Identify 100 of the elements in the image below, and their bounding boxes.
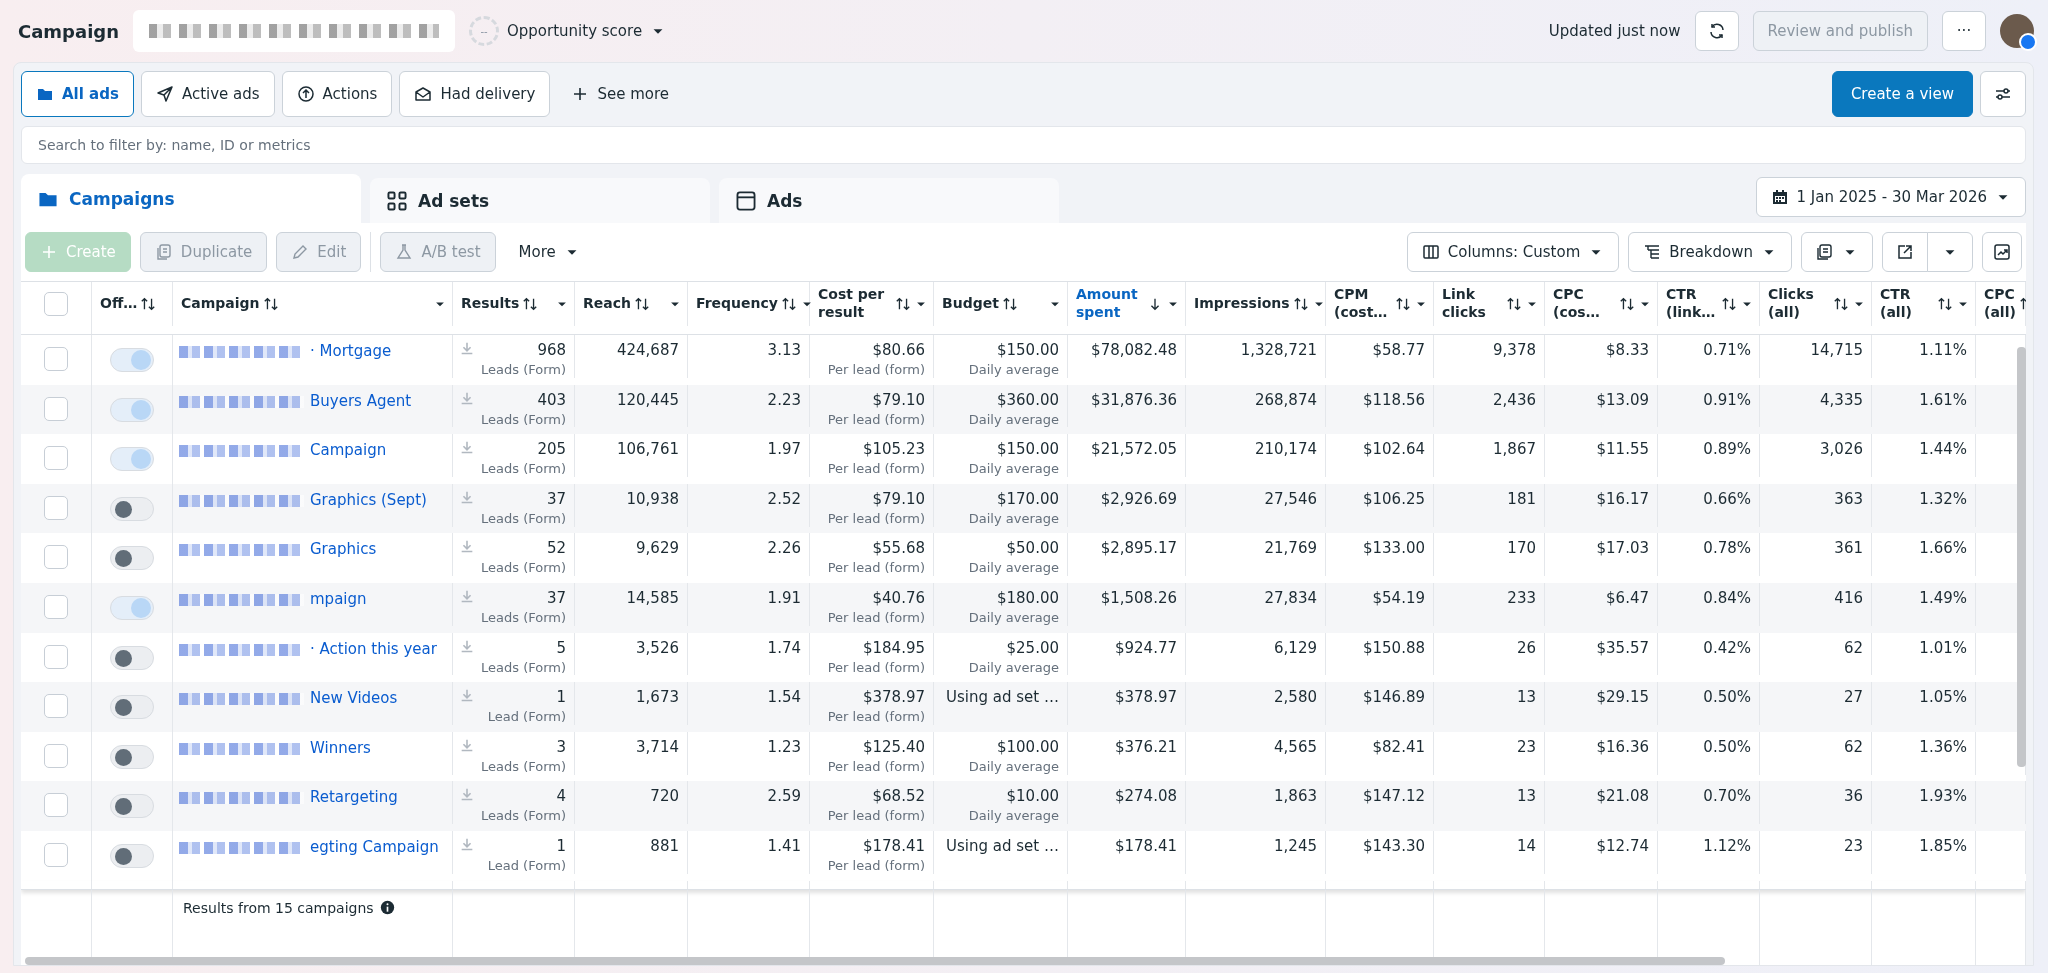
table-cell-text: 170 xyxy=(1506,539,1536,558)
toggle-switch[interactable] xyxy=(110,794,154,819)
cell-caption: Per lead (form) xyxy=(826,560,925,576)
table-cell-text: 0.50% xyxy=(1702,737,1751,756)
toolbar-dropdown[interactable]: Breakdown xyxy=(1628,232,1792,272)
filter-chip[interactable]: Active ads xyxy=(140,71,275,117)
level-tab[interactable]: Ad sets xyxy=(370,178,710,223)
campaign-link[interactable]: New Videos xyxy=(310,689,398,708)
toggle-switch[interactable] xyxy=(110,645,154,670)
toggle-switch[interactable] xyxy=(110,546,154,571)
toggle-switch[interactable] xyxy=(110,744,154,769)
cell-caption: Leads (Form) xyxy=(481,510,567,526)
table-cell-text: 1.11% xyxy=(1918,341,1967,359)
row-checkbox[interactable] xyxy=(44,694,68,719)
column-header[interactable]: Reach xyxy=(583,295,631,313)
table-cell-text: 6,129 xyxy=(1273,638,1317,657)
column-header[interactable]: Link clicks xyxy=(1442,286,1503,322)
table-cell-text: 1.93% xyxy=(1918,787,1967,806)
avatar[interactable] xyxy=(2000,14,2034,48)
toggle-switch[interactable] xyxy=(110,397,154,422)
row-checkbox[interactable] xyxy=(44,793,68,818)
export-button[interactable] xyxy=(1882,232,1928,272)
more-button[interactable]: ··· xyxy=(1942,11,1986,51)
row-checkbox[interactable] xyxy=(44,545,68,570)
campaign-link[interactable]: Retargeting xyxy=(310,788,398,807)
column-header[interactable]: Off… xyxy=(100,295,138,313)
column-header[interactable]: Impressions xyxy=(1194,295,1290,313)
info-icon xyxy=(379,900,395,916)
update-status: Updated just now xyxy=(1548,22,1681,40)
reports-dropdown[interactable] xyxy=(1801,232,1873,272)
filter-chip[interactable]: All ads xyxy=(21,71,134,117)
level-tab[interactable]: Campaigns xyxy=(21,174,361,223)
column-header[interactable]: Cost per result xyxy=(818,286,892,322)
toggle-switch[interactable] xyxy=(110,695,154,720)
select-all-checkbox[interactable] xyxy=(44,291,68,316)
view-settings-button[interactable] xyxy=(1980,71,2026,117)
chart-button[interactable] xyxy=(1982,232,2022,272)
column-header[interactable]: CPM (cost… xyxy=(1334,286,1392,322)
filter-chip[interactable]: Had delivery xyxy=(399,71,551,117)
table-cell-text: $35.57 xyxy=(1595,638,1649,657)
row-checkbox[interactable] xyxy=(44,842,68,867)
table-cell-text: 1.23 xyxy=(766,737,801,756)
sort-icon xyxy=(1506,295,1522,312)
campaign-link[interactable]: Campaign xyxy=(310,441,387,460)
table-cell-text: 23 xyxy=(1842,836,1863,855)
row-checkbox[interactable] xyxy=(44,743,68,768)
row-checkbox[interactable] xyxy=(44,446,68,471)
table-cell-text: $68.52 xyxy=(871,787,925,806)
table-cell-text: 1.85% xyxy=(1918,836,1967,855)
table-cell-text: 2.23 xyxy=(766,390,801,409)
campaign-link[interactable]: mpaign xyxy=(310,589,367,608)
campaign-link[interactable]: · Mortgage xyxy=(310,342,392,360)
table-cell-text: $80.66 xyxy=(871,341,925,359)
column-header[interactable]: Results xyxy=(461,295,520,313)
toggle-switch[interactable] xyxy=(110,496,154,521)
search-field[interactable]: Search to filter by: name, ID or metrics xyxy=(21,126,2026,164)
row-checkbox[interactable] xyxy=(44,644,68,669)
refresh-button[interactable] xyxy=(1694,11,1739,51)
column-header[interactable]: Campaign xyxy=(181,295,260,313)
toggle-switch[interactable] xyxy=(110,348,154,372)
level-tab[interactable]: Ads xyxy=(719,178,1059,223)
cell-caption: Per lead (form) xyxy=(826,362,925,377)
column-header[interactable]: CPC (cos… xyxy=(1553,286,1616,322)
row-checkbox[interactable] xyxy=(44,347,68,371)
create-view-button[interactable]: Create a view xyxy=(1831,71,1973,117)
table-cell-text: $8.33 xyxy=(1605,341,1649,359)
table-cell-text: 2,580 xyxy=(1273,688,1317,707)
column-header[interactable]: Budget xyxy=(942,295,999,313)
toggle-switch[interactable] xyxy=(110,595,154,620)
toggle-switch[interactable] xyxy=(110,447,154,472)
column-header[interactable]: Frequency xyxy=(696,295,778,313)
column-header[interactable]: Amount spent xyxy=(1076,286,1144,322)
campaign-link[interactable]: Winners xyxy=(310,738,371,757)
campaign-link[interactable]: Buyers Agent xyxy=(310,391,412,410)
filter-chip[interactable]: Actions xyxy=(281,71,393,117)
vertical-scrollbar[interactable] xyxy=(2017,347,2026,767)
column-header[interactable]: CTR (link… xyxy=(1666,286,1718,322)
row-checkbox[interactable] xyxy=(44,396,68,421)
see-more-button[interactable]: See more xyxy=(557,71,683,117)
cell-caption: Daily average xyxy=(967,560,1059,576)
horizontal-scrollbar[interactable] xyxy=(25,957,1725,965)
table-cell-text: 0.78% xyxy=(1702,539,1751,558)
column-header[interactable]: Clicks (all) xyxy=(1768,286,1830,322)
opportunity-score-dropdown[interactable]: -- Opportunity score xyxy=(469,16,667,46)
table-cell-text: 1.74 xyxy=(766,638,801,657)
table-cell-text: $2,895.17 xyxy=(1099,539,1177,558)
toolbar-button[interactable]: More xyxy=(504,232,594,272)
campaign-link[interactable]: Graphics (Sept) xyxy=(310,490,427,509)
row-checkbox[interactable] xyxy=(44,594,68,619)
sort-icon xyxy=(1619,295,1635,312)
campaign-link[interactable]: egting Campaign xyxy=(310,837,439,856)
campaign-link[interactable]: Graphics xyxy=(310,540,377,559)
table-cell-text: 4 xyxy=(555,787,567,806)
date-range-picker[interactable]: 1 Jan 2025 - 30 Mar 2026 xyxy=(1755,177,2026,217)
row-checkbox[interactable] xyxy=(44,495,68,520)
toolbar-dropdown[interactable]: Columns: Custom xyxy=(1406,232,1620,272)
column-header[interactable]: CTR (all) xyxy=(1880,286,1934,322)
campaign-link[interactable]: · Action this year xyxy=(310,639,437,658)
toggle-switch[interactable] xyxy=(110,843,154,868)
column-header[interactable]: CPC (all) xyxy=(1984,286,2016,322)
